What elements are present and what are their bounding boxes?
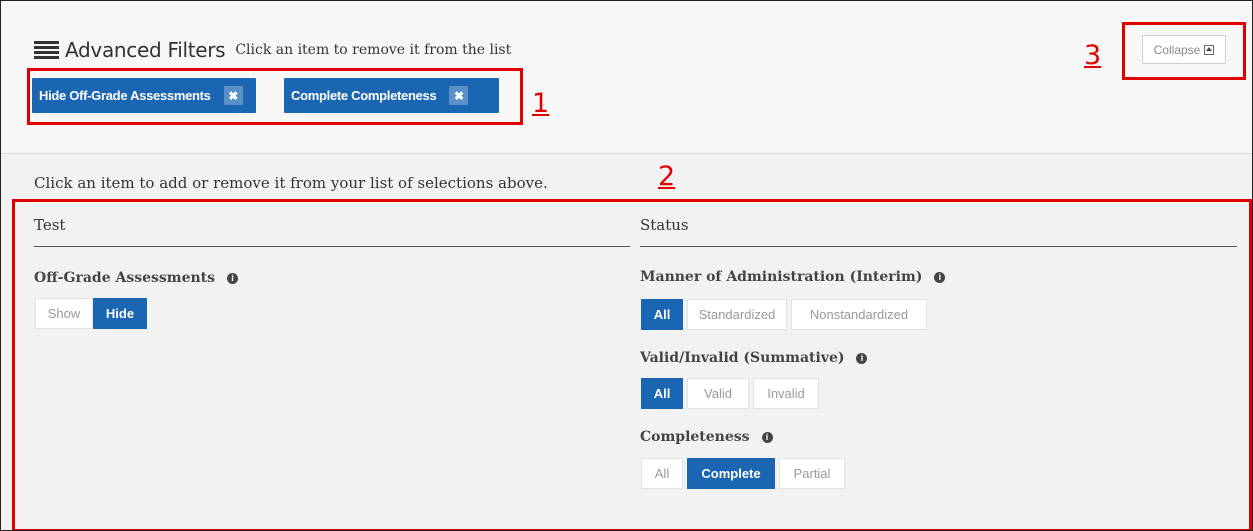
instruction-text: Click an item to add or remove it from y… bbox=[34, 174, 548, 192]
annotation-box-3 bbox=[1122, 22, 1246, 80]
page-title: Advanced Filters bbox=[65, 38, 226, 62]
header-title-row: Advanced Filters Click an item to remove… bbox=[34, 38, 511, 62]
list-icon bbox=[34, 41, 59, 59]
annotation-number-1: 1 bbox=[532, 88, 550, 119]
annotation-box-1 bbox=[27, 68, 523, 125]
annotation-number-3: 3 bbox=[1084, 40, 1102, 71]
header-hint: Click an item to remove it from the list bbox=[235, 42, 512, 58]
annotation-box-2 bbox=[12, 199, 1252, 530]
annotation-number-2: 2 bbox=[658, 161, 676, 192]
advanced-filters-frame: Advanced Filters Click an item to remove… bbox=[0, 0, 1253, 531]
